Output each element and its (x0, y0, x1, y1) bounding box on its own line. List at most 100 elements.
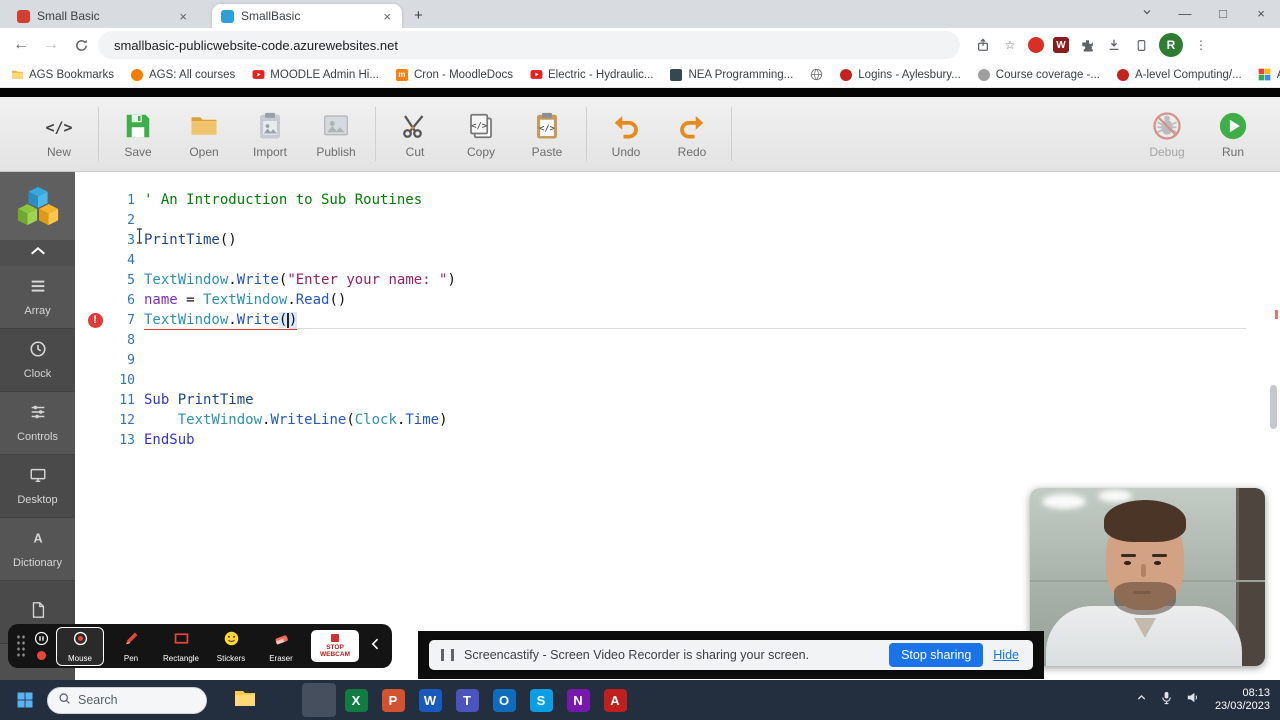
minimize-button[interactable]: — (1166, 0, 1204, 28)
taskbar-app-teams[interactable]: T (450, 683, 484, 717)
webcam-overlay[interactable] (1030, 488, 1265, 666)
extension-adblock-icon[interactable] (1028, 37, 1044, 53)
toolbar-import-button[interactable]: Import (237, 110, 303, 159)
toolbar-redo-button[interactable]: Redo (659, 110, 725, 159)
toolbar-cut-button[interactable]: Cut (382, 110, 448, 159)
toolbar-copy-button[interactable]: </> Copy (448, 110, 514, 159)
extension-puzzle-icon[interactable] (1078, 36, 1096, 54)
new-tab-button[interactable]: + (414, 7, 423, 24)
address-bar[interactable]: smallbasic-publicwebsite-code.azurewebsi… (98, 31, 960, 59)
toolbar-run-button[interactable]: Run (1200, 110, 1266, 159)
taskbar-app-chrome[interactable] (302, 683, 336, 717)
toolbar-open-button[interactable]: Open (171, 110, 237, 159)
svg-text:</>: </> (45, 118, 72, 136)
editor-line[interactable]: 4 (75, 250, 1280, 270)
taskbar-clock[interactable]: 08:13 23/03/2023 (1215, 687, 1270, 713)
tool-stickers[interactable]: Stickers (208, 628, 254, 665)
sidebar-item-desktop[interactable]: Desktop (0, 455, 75, 518)
sidebar-item-array[interactable]: Array (0, 266, 75, 329)
code-token: . (228, 312, 237, 328)
toolbar-new-button[interactable]: </> New (26, 110, 92, 159)
profile-avatar[interactable]: R (1159, 33, 1183, 57)
tab-search-chevron-icon[interactable] (1128, 0, 1166, 28)
editor-line[interactable]: 3 PrintTime() (75, 230, 1280, 250)
tool-rectangle[interactable]: Rectangle (158, 628, 204, 665)
menu-kebab-icon[interactable]: ⋮ (1192, 36, 1210, 54)
toolbar-undo-button[interactable]: Undo (593, 110, 659, 159)
taskbar-app-edge[interactable] (265, 683, 299, 717)
editor-line[interactable]: 5 TextWindow.Write("Enter your name: ") (75, 270, 1280, 290)
bookmark-item[interactable]: m Cron - MoodleDocs (395, 68, 513, 82)
taskbar-app-outlook[interactable]: O (487, 683, 521, 717)
bookmark-item[interactable]: Arts & Culture Expe... (1258, 68, 1280, 82)
bookmark-item[interactable]: NEA Programming... (669, 68, 793, 82)
bookmark-item[interactable]: AGS: All courses (130, 68, 235, 82)
editor-line[interactable]: 9 (75, 350, 1280, 370)
editor-line[interactable]: 1 ' An Introduction to Sub Routines (75, 190, 1280, 210)
bookmark-item[interactable]: Course coverage -... (977, 68, 1100, 82)
back-icon[interactable]: ← (8, 32, 34, 58)
toolbar-debug-button[interactable]: Debug (1134, 110, 1200, 159)
tray-chevron-up-icon[interactable] (1135, 691, 1148, 709)
bookmark-item[interactable]: A-level Computing/... (1116, 68, 1242, 82)
speaker-icon[interactable] (1185, 690, 1200, 710)
taskbar-app-excel[interactable]: X (339, 683, 373, 717)
toolbar-publish-button[interactable]: Publish (303, 110, 369, 159)
tab-close-icon[interactable]: × (177, 9, 189, 24)
tab-smallbasic-active[interactable]: SmallBasic × (212, 4, 402, 28)
editor-scrollbar-thumb[interactable] (1270, 385, 1277, 429)
hide-link[interactable]: Hide (993, 648, 1019, 662)
extension-w-icon[interactable]: W (1053, 37, 1069, 53)
bookmark-label: Course coverage -... (995, 68, 1100, 81)
pause-recording-button[interactable] (34, 631, 49, 646)
taskbar-search[interactable]: Search (47, 686, 207, 714)
taskbar-app-acrobat[interactable]: A (598, 683, 632, 717)
toolbar-save-button[interactable]: Save (105, 110, 171, 159)
reload-icon[interactable] (68, 32, 94, 58)
close-button[interactable]: × (1242, 0, 1280, 28)
editor-line[interactable]: 6 name = TextWindow.Read() (75, 290, 1280, 310)
editor-line[interactable]: 13 EndSub (75, 430, 1280, 450)
taskbar-app-word[interactable]: W (413, 683, 447, 717)
taskbar-app-onenote[interactable]: N (561, 683, 595, 717)
device-icon[interactable] (1132, 36, 1150, 54)
tab-close-icon[interactable]: × (381, 9, 393, 24)
taskbar-app-file-explorer[interactable] (228, 683, 262, 717)
bookmark-item[interactable]: Electric - Hydraulic... (529, 68, 653, 82)
download-icon[interactable] (1105, 36, 1123, 54)
editor-line[interactable]: 10 (75, 370, 1280, 390)
share-icon[interactable] (974, 36, 992, 54)
drag-handle-icon[interactable] (16, 634, 27, 658)
bookmark-label: AGS Bookmarks (29, 68, 114, 81)
stop-recording-button[interactable] (35, 649, 48, 662)
editor-line[interactable]: 8 (75, 330, 1280, 350)
editor-line[interactable]: 12 TextWindow.WriteLine(Clock.Time) (75, 410, 1280, 430)
editor-line[interactable]: 11 Sub PrintTime (75, 390, 1280, 410)
microphone-icon[interactable] (1159, 690, 1174, 710)
sidebar-collapse-button[interactable] (0, 240, 75, 266)
tool-mouse[interactable]: Mouse (56, 626, 104, 666)
editor-line[interactable]: ! 7 TextWindow.Write() (75, 310, 1280, 330)
start-button[interactable] (10, 685, 40, 715)
bookmark-item[interactable]: Logins - Aylesbury... (839, 68, 961, 82)
tool-eraser[interactable]: Eraser (258, 628, 304, 665)
taskbar-app-powerpoint[interactable]: P (376, 683, 410, 717)
toolbar-paste-button[interactable]: </> Paste (514, 110, 580, 159)
bookmark-item[interactable] (809, 68, 823, 82)
stop-webcam-button[interactable]: STOP WEBCAM (311, 630, 359, 662)
teams-icon: T (455, 688, 479, 712)
collapse-toolbar-icon[interactable] (368, 636, 384, 657)
tab-small-basic[interactable]: Small Basic × (8, 4, 198, 28)
editor-line[interactable]: 2 (75, 210, 1280, 230)
stop-sharing-button[interactable]: Stop sharing (889, 643, 984, 667)
sidebar-item-clock[interactable]: Clock (0, 329, 75, 392)
sidebar-item-dictionary[interactable]: A Dictionary (0, 518, 75, 581)
bookmark-star-icon[interactable]: ☆ (1001, 36, 1019, 54)
tool-pen[interactable]: Pen (108, 628, 154, 665)
maximize-button[interactable]: □ (1204, 0, 1242, 28)
taskbar-app-skype[interactable]: S (524, 683, 558, 717)
bookmark-item[interactable]: MOODLE Admin Hi... (251, 68, 379, 82)
bookmark-item[interactable]: AGS Bookmarks (10, 68, 114, 82)
sidebar-item-controls[interactable]: Controls (0, 392, 75, 455)
mouse-icon (72, 630, 89, 652)
